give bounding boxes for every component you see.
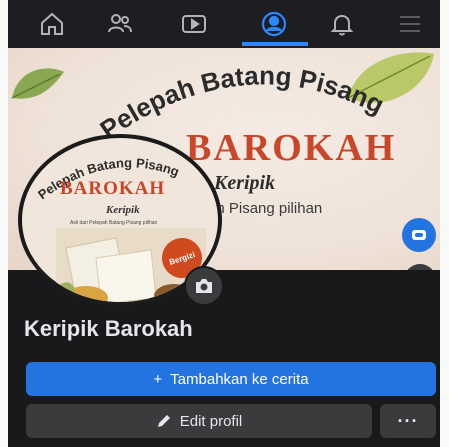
more-icon: ··· (397, 410, 419, 431)
avatar-camera-button[interactable] (184, 266, 224, 306)
cover-brand-text: BAROKAH (186, 127, 397, 169)
cover-subline: ah Pisang pilihan (208, 200, 323, 217)
nav-video[interactable] (164, 0, 224, 48)
pencil-icon (157, 415, 170, 427)
nav-friends[interactable] (90, 0, 150, 48)
cover-camera-button[interactable] (404, 264, 436, 270)
nav-notifications[interactable] (312, 0, 372, 48)
nav-menu[interactable] (380, 0, 440, 48)
plus-icon: + (153, 370, 163, 388)
avatar-subline: Asli dari Pelepah Batang Pisang pilihan (70, 220, 158, 226)
home-icon (41, 12, 63, 35)
menu-icon (400, 16, 420, 32)
more-options-button[interactable]: ··· (380, 404, 436, 438)
phone-screen: Pelepah Batang Pisang BAROKAH Keripik ah… (8, 0, 440, 447)
avatar-brand-text: BAROKAH (60, 178, 166, 199)
profile-icon (261, 11, 287, 37)
camera-icon (196, 279, 212, 293)
add-to-story-button[interactable]: + Tambahkan ke cerita (26, 362, 436, 396)
friends-icon (108, 14, 132, 33)
nav-home[interactable] (22, 0, 82, 48)
cover-tagline: Keripik (214, 172, 276, 194)
profile-name: Keripik Barokah (24, 316, 193, 341)
edit-profile-button[interactable]: Edit profil (26, 404, 372, 438)
bell-icon (330, 14, 354, 36)
top-navigation-bar (8, 0, 440, 48)
nav-profile[interactable] (244, 0, 304, 48)
leaf-icon (11, 68, 64, 99)
video-icon (182, 15, 206, 33)
edit-profile-label: Edit profil (179, 412, 243, 430)
cover-edit-button[interactable] (402, 218, 436, 252)
add-to-story-label: Tambahkan ke cerita (170, 370, 309, 388)
edit-cover-icon (412, 230, 426, 240)
avatar-tagline: Keripik (106, 204, 140, 216)
nav-active-indicator (242, 42, 308, 46)
